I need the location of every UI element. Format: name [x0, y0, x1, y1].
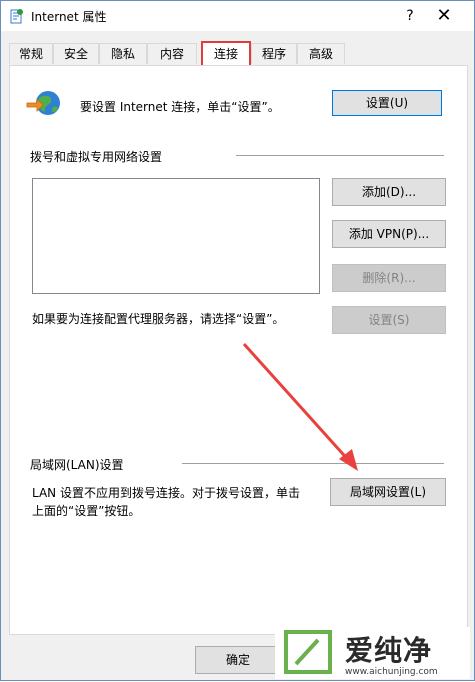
ok-button[interactable]: 确定 — [195, 646, 281, 674]
help-button[interactable]: ? — [399, 5, 421, 27]
tab-programs[interactable]: 程序 — [251, 43, 297, 64]
tab-advanced[interactable]: 高级 — [297, 43, 345, 64]
proxy-instruction: 如果要为连接配置代理服务器，请选择“设置”。 — [32, 312, 285, 326]
dialup-separator — [236, 155, 444, 156]
tab-privacy[interactable]: 隐私 — [99, 43, 147, 64]
connections-panel: 要设置 Internet 连接，单击“设置”。 设置(U) 拨号和虚拟专用网络设… — [9, 65, 468, 635]
watermark-url: www.aichunjing.com — [345, 667, 438, 677]
tab-content[interactable]: 内容 — [147, 43, 197, 64]
tab-general[interactable]: 常规 — [9, 43, 53, 64]
lan-section-heading: 局域网(LAN)设置 — [30, 458, 124, 472]
dialup-section-heading: 拨号和虚拟专用网络设置 — [30, 150, 163, 164]
setup-instruction: 要设置 Internet 连接，单击“设置”。 — [80, 100, 280, 114]
connections-list[interactable] — [32, 178, 320, 294]
lan-settings-button[interactable]: 局域网设置(L) — [330, 478, 446, 506]
title-bar[interactable]: Internet 属性 ? ✕ — [1, 1, 474, 31]
watermark-logo-icon — [284, 630, 332, 674]
close-button[interactable]: ✕ — [433, 5, 455, 27]
delete-connection-button[interactable]: 删除(R)... — [332, 264, 446, 292]
internet-globe-icon — [26, 91, 60, 115]
lan-separator — [182, 463, 444, 464]
window-title: Internet 属性 — [31, 10, 107, 24]
internet-options-icon — [10, 9, 23, 24]
add-vpn-button[interactable]: 添加 VPN(P)... — [332, 220, 446, 248]
tab-security[interactable]: 安全 — [53, 43, 99, 64]
setup-button[interactable]: 设置(U) — [332, 90, 442, 116]
add-connection-button[interactable]: 添加(D)... — [332, 178, 446, 206]
lan-description-line2: 上面的“设置”按钮。 — [32, 504, 141, 518]
watermark: 爱纯净 www.aichunjing.com — [275, 627, 470, 679]
watermark-text: 爱纯净 — [345, 634, 433, 667]
internet-properties-window: Internet 属性 ? ✕ 常规 安全 隐私 内容 连接 程序 高级 要设置… — [0, 0, 475, 681]
lan-description-line1: LAN 设置不应用到拨号连接。对于拨号设置，单击 — [32, 486, 300, 500]
connection-settings-button[interactable]: 设置(S) — [332, 306, 446, 334]
